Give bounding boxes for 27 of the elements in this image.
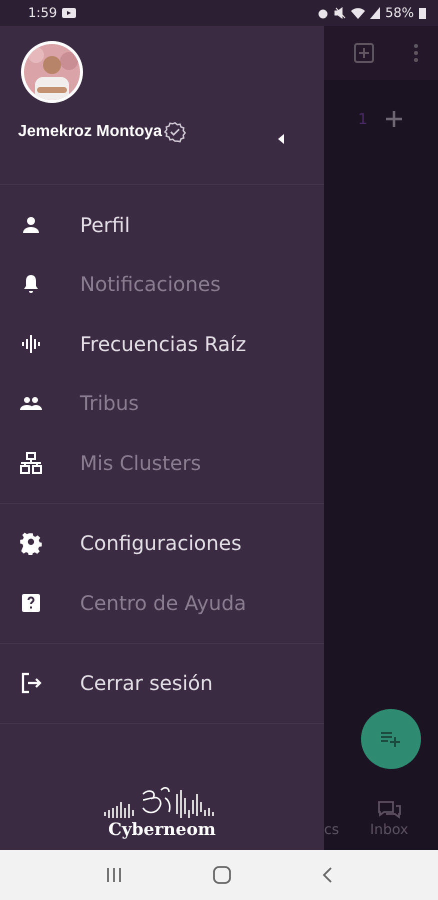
home-icon[interactable] [212,866,231,884]
logout-icon [19,671,43,696]
video-icon [62,8,76,18]
logo-text: Cyberneom [108,820,216,840]
mute-icon [334,7,346,19]
tab-label[interactable]: Inbox [370,822,408,838]
menu-item[interactable]: Frecuencias Raíz [0,314,324,374]
plus-icon[interactable] [386,111,402,127]
add-square-icon[interactable] [354,43,374,63]
count-label: 1 [358,110,368,128]
recent-apps-icon[interactable] [106,867,122,883]
tab-label[interactable]: cs [324,822,339,838]
user-name: Jemekroz Montoya [18,123,162,141]
settings-icon [19,531,43,556]
status-time: 1:59 [28,6,58,20]
back-icon[interactable] [322,867,332,883]
collapse-caret-icon[interactable] [278,134,284,144]
wifi-icon [351,7,366,19]
signal-icon [370,7,380,19]
menu-item[interactable]: Cerrar sesión [0,654,324,713]
network-icon [19,450,43,475]
playlist-add-icon [381,731,401,747]
more-icon[interactable] [414,44,418,62]
menu-item[interactable]: Configuraciones [0,514,324,573]
battery-percent: 58% [385,6,414,20]
menu-item[interactable]: Perfil [0,195,324,254]
battery-icon [419,7,426,19]
